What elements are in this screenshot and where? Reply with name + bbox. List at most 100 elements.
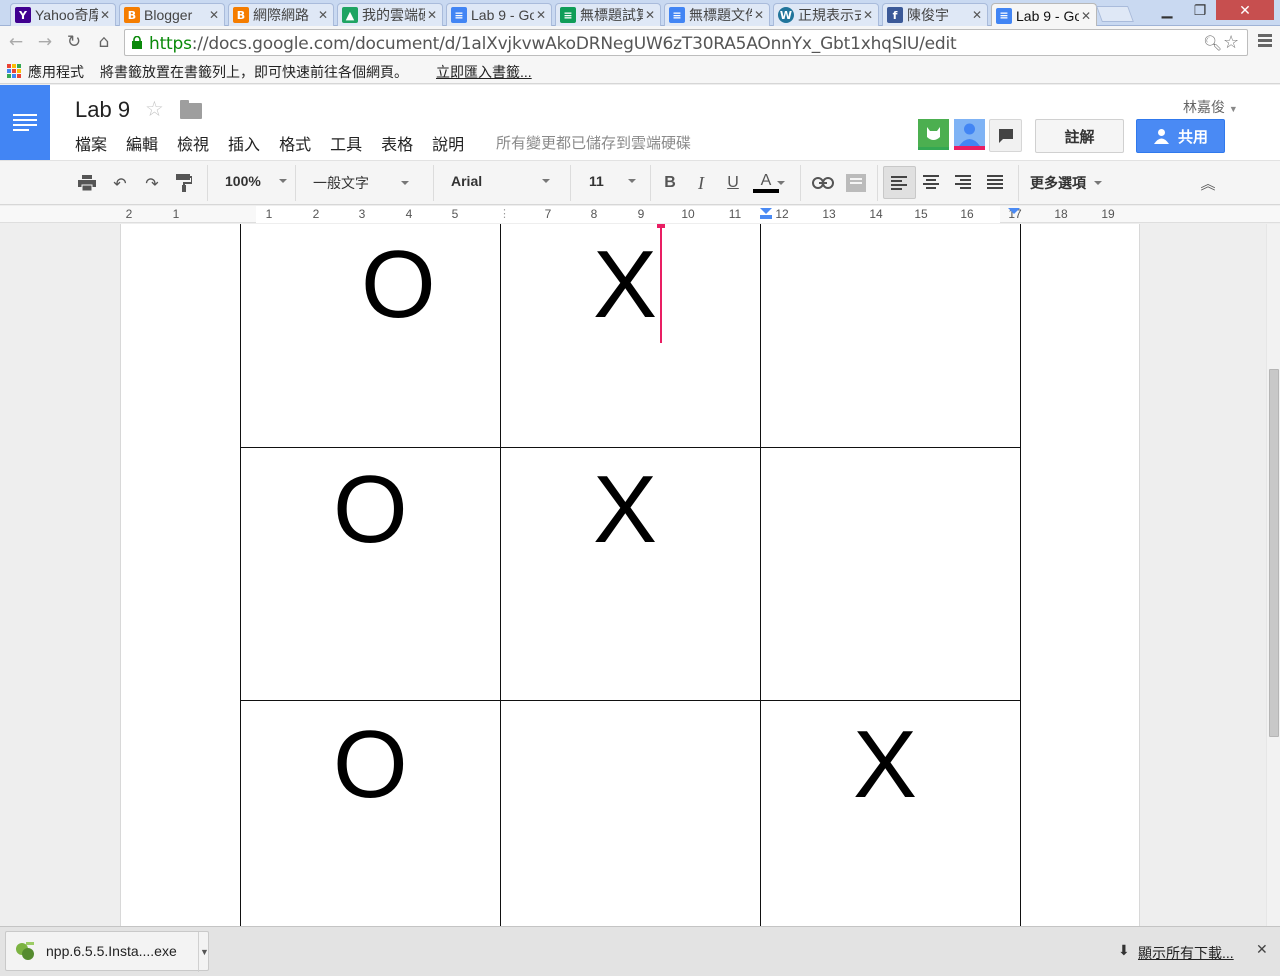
collapse-toolbar-icon[interactable]: ︽	[1198, 171, 1218, 195]
browser-tab-active[interactable]: ≡ Lab 9 - Google ✕	[991, 3, 1097, 27]
reload-button[interactable]: ↻	[64, 32, 84, 52]
insert-link-button[interactable]	[811, 171, 835, 195]
print-button[interactable]	[76, 171, 98, 195]
address-bar[interactable]: https://docs.google.com/document/d/1alXv…	[124, 29, 1248, 56]
apps-icon[interactable]	[7, 64, 21, 78]
browser-tab[interactable]: B 網際網路 ✕	[228, 3, 334, 26]
scrollbar-thumb[interactable]	[1269, 369, 1279, 737]
tab-close-icon[interactable]: ✕	[1079, 9, 1093, 23]
menu-view[interactable]: 檢視	[177, 131, 209, 155]
menu-table[interactable]: 表格	[381, 131, 413, 155]
browser-tab[interactable]: ▲ 我的雲端硬碟 ✕	[337, 3, 443, 26]
tab-close-icon[interactable]: ✕	[970, 8, 984, 22]
tic-tac-toe-table[interactable]: O X O X O X	[240, 224, 1021, 926]
table-cell[interactable]	[500, 700, 761, 926]
browser-tab[interactable]: Y Yahoo奇摩 ✕	[10, 3, 116, 26]
tab-close-icon[interactable]: ✕	[752, 8, 766, 22]
tab-close-icon[interactable]: ✕	[643, 8, 657, 22]
close-window-button[interactable]: ✕	[1216, 0, 1274, 20]
apps-link[interactable]: 應用程式	[28, 62, 84, 82]
table-cell[interactable]: O	[240, 447, 501, 701]
minimize-button[interactable]: ▁	[1150, 0, 1184, 20]
collaborator-avatar[interactable]	[918, 119, 949, 150]
align-right-button[interactable]	[949, 166, 977, 199]
comments-text-button[interactable]: 註解	[1035, 119, 1124, 153]
paint-format-button[interactable]	[173, 171, 195, 195]
align-center-button[interactable]	[917, 166, 945, 199]
ruler[interactable]: 2 1 1 2 3 4 5 7 8 9 10 11 12 13 14 15 16…	[0, 206, 1280, 223]
menu-tools[interactable]: 工具	[330, 131, 362, 155]
underline-button[interactable]: U	[723, 171, 743, 195]
zoom-select[interactable]: 100%	[225, 173, 287, 189]
vertical-scrollbar[interactable]	[1266, 224, 1280, 926]
menu-help[interactable]: 說明	[432, 131, 464, 155]
back-button[interactable]: ←	[6, 32, 26, 52]
home-icon[interactable]: ⌂	[94, 32, 114, 52]
tab-close-icon[interactable]: ✕	[425, 8, 439, 22]
style-select[interactable]: 一般文字	[313, 173, 409, 193]
browser-tab[interactable]: ≡ 無標題文件 ✕	[664, 3, 770, 26]
tab-title: 無標題試算表	[580, 7, 643, 23]
column-divider-handle[interactable]: ⋮	[499, 207, 510, 220]
italic-button[interactable]: I	[691, 171, 711, 195]
docs-home-icon[interactable]	[0, 85, 50, 160]
menu-insert[interactable]: 插入	[228, 131, 260, 155]
justify-button[interactable]	[981, 166, 1009, 199]
user-avatar[interactable]	[954, 119, 985, 150]
browser-tab[interactable]: ≡ Lab 9 - Google ✕	[446, 3, 552, 26]
table-cell[interactable]: O	[240, 224, 501, 448]
bold-button[interactable]: B	[660, 171, 680, 195]
download-item[interactable]: npp.6.5.5.Insta....exe ▼	[5, 931, 210, 972]
comments-button[interactable]	[989, 119, 1022, 152]
table-cell[interactable]: O	[240, 700, 501, 926]
user-account[interactable]: 林嘉俊 ▼	[1183, 97, 1238, 117]
maximize-button[interactable]: ❐	[1184, 0, 1216, 20]
tab-close-icon[interactable]: ✕	[207, 8, 221, 22]
undo-button[interactable]: ↶	[108, 171, 132, 195]
document-title[interactable]: Lab 9	[75, 97, 130, 123]
menu-edit[interactable]: 編輯	[126, 131, 158, 155]
table-cell[interactable]: X	[760, 700, 1021, 926]
align-left-button[interactable]	[883, 166, 916, 199]
star-icon[interactable]: ☆	[145, 97, 164, 121]
browser-menu-icon[interactable]	[1258, 34, 1272, 47]
text-color-button[interactable]: A	[752, 171, 780, 195]
first-line-indent-marker[interactable]	[760, 215, 772, 219]
save-status[interactable]: 所有變更都已儲存到雲端硬碟	[496, 132, 691, 153]
share-button[interactable]: 共用	[1136, 119, 1225, 153]
tab-close-icon[interactable]: ✕	[316, 8, 330, 22]
redo-button[interactable]: ↷	[140, 171, 164, 195]
browser-tab[interactable]: f 陳俊宇 ✕	[882, 3, 988, 26]
table-cell[interactable]: X	[500, 224, 761, 448]
table-cell[interactable]	[760, 447, 1021, 701]
new-tab-button[interactable]	[1096, 6, 1134, 22]
browser-tab[interactable]: ≡ 無標題試算表 ✕	[555, 3, 661, 26]
more-options-button[interactable]: 更多選項	[1030, 173, 1102, 193]
close-download-bar-icon[interactable]: ✕	[1256, 941, 1268, 958]
menu-file[interactable]: 檔案	[75, 131, 107, 155]
insert-comment-button[interactable]	[845, 171, 867, 195]
menu-format[interactable]: 格式	[279, 131, 311, 155]
tab-title: 陳俊宇	[907, 7, 949, 23]
show-all-downloads-link[interactable]: 顯示所有下載...	[1138, 943, 1234, 963]
download-options-icon[interactable]: ▼	[198, 932, 210, 972]
table-cell[interactable]: X	[500, 447, 761, 701]
font-select[interactable]: Arial	[451, 173, 551, 189]
forward-button[interactable]: →	[35, 32, 55, 52]
right-indent-marker[interactable]	[1008, 208, 1020, 214]
browser-tab[interactable]: W 正規表示式 ✕	[773, 3, 879, 26]
url-path: ://docs.google.com/document/d/1alXvjkvwA…	[191, 34, 957, 54]
tab-close-icon[interactable]: ✕	[98, 8, 112, 22]
import-bookmarks-link[interactable]: 立即匯入書籤...	[436, 62, 532, 82]
indent-marker[interactable]	[760, 208, 772, 214]
zoom-icon[interactable]: 🔍︎	[1203, 34, 1222, 52]
ruler-number: 2	[125, 207, 133, 221]
align-right-icon	[955, 175, 971, 189]
table-cell[interactable]	[760, 224, 1021, 448]
browser-tab[interactable]: B Blogger ✕	[119, 3, 225, 26]
font-size-select[interactable]: 11	[589, 173, 636, 189]
tab-close-icon[interactable]: ✕	[861, 8, 875, 22]
folder-icon[interactable]	[180, 100, 202, 119]
tab-close-icon[interactable]: ✕	[534, 8, 548, 22]
bookmark-star-icon[interactable]: ☆	[1223, 32, 1239, 53]
